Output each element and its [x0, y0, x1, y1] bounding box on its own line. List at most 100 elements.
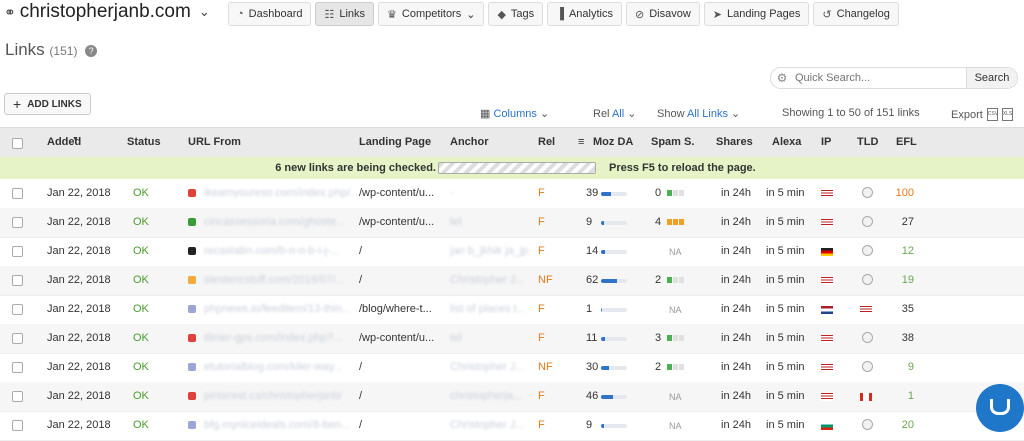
trophy-icon: ♛	[387, 8, 397, 21]
url-from-link[interactable]: tilmer-gps.com/index.php?...	[204, 332, 342, 344]
search-input[interactable]	[793, 71, 966, 85]
tld-icon	[862, 245, 873, 256]
nav-disavow[interactable]: ⊘ Disavow	[625, 2, 700, 26]
show-filter[interactable]: Show All Links ⌄	[657, 107, 740, 120]
row-checkbox[interactable]	[12, 217, 23, 228]
row-checkbox[interactable]	[12, 275, 23, 286]
spam-score-na: NA	[669, 247, 682, 257]
column-header-status[interactable]: Status	[127, 136, 161, 148]
row-checkbox[interactable]	[12, 362, 23, 373]
url-from-link[interactable]: etutorialblog.com/kiler-way...	[204, 361, 343, 373]
landing-page-link[interactable]: /	[359, 419, 362, 431]
alexa-value: in 5 min	[766, 187, 805, 199]
url-from-link[interactable]: olestencstuff.com/2018/07/...	[204, 274, 344, 286]
ban-icon: ⊘	[634, 8, 645, 21]
search-button[interactable]: Search	[966, 68, 1017, 88]
gear-icon[interactable]: ⚙	[771, 71, 793, 85]
status-text: OK	[133, 419, 149, 431]
column-header-rel[interactable]: Rel	[538, 136, 555, 148]
status-text: OK	[133, 216, 149, 228]
status-text: OK	[133, 332, 149, 344]
site-selector[interactable]: ⚭ christopherjanb.com ⌄	[4, 1, 210, 23]
table-row[interactable]: Jan 22, 2018 OK olestencstuff.com/2018/07/…	[0, 266, 1024, 296]
row-checkbox[interactable]	[12, 304, 23, 315]
site-favicon	[188, 218, 196, 226]
landing-page-link[interactable]: /	[359, 245, 362, 257]
ip-flag-icon	[821, 335, 833, 343]
column-header-anchor[interactable]: Anchor	[450, 136, 489, 148]
efl-value: 19	[901, 274, 914, 286]
columns-dropdown[interactable]: ▦ Columns ⌄	[480, 107, 549, 120]
paper-plane-icon: ➤	[712, 8, 722, 21]
row-checkbox[interactable]	[12, 391, 23, 402]
table-row[interactable]: Jan 22, 2018 OK tilmer-gps.com/index.php?.…	[0, 324, 1024, 354]
column-header-spam-s[interactable]: Spam S.	[651, 136, 694, 148]
added-date: Jan 22, 2018	[47, 390, 111, 402]
efl-value: 27	[901, 216, 914, 228]
column-header-efl[interactable]: EFL	[896, 136, 917, 148]
rel-filter[interactable]: Rel All ⌄	[593, 107, 636, 120]
csv-icon[interactable]: CSV	[986, 108, 998, 121]
url-from-link[interactable]: ikeamyoureso.com/index.php/...	[204, 187, 359, 199]
notice-right-text: Press F5 to reload the page.	[609, 162, 756, 174]
rel-value: F	[538, 303, 545, 315]
column-header-shares[interactable]: Shares	[716, 136, 753, 148]
xls-icon[interactable]: XLS	[1001, 108, 1013, 121]
rel-filter-value: All	[611, 108, 625, 120]
spam-score-na: NA	[669, 305, 682, 315]
nav-tags[interactable]: ◆ Tags	[488, 2, 544, 26]
added-date: Jan 22, 2018	[47, 361, 111, 373]
table-row[interactable]: Jan 22, 2018 OK cincassessoria.com/ghoste.…	[0, 208, 1024, 238]
alexa-value: in 5 min	[766, 303, 805, 315]
url-from-link[interactable]: pinterest.ca/christopherjanb/	[204, 390, 342, 402]
column-header-alexa[interactable]: Alexa	[772, 136, 801, 148]
site-favicon	[188, 276, 196, 284]
nav-links[interactable]: ☷ Links	[315, 2, 375, 26]
landing-page-link[interactable]: /	[359, 361, 362, 373]
landing-page-link[interactable]: /wp-content/u...	[359, 187, 434, 199]
table-row[interactable]: Jan 22, 2018 OK etutorialblog.com/kiler-wa…	[0, 353, 1024, 383]
url-from-link[interactable]: phpnews.io/feeditem/13-thin...	[204, 303, 351, 315]
row-checkbox[interactable]	[12, 188, 23, 199]
rel-value: F	[538, 332, 545, 344]
column-header-url-from[interactable]: URL From	[188, 136, 241, 148]
anchor-text: Christopher J...	[450, 274, 525, 286]
nav-changelog[interactable]: ↺ Changelog	[813, 2, 899, 26]
add-links-button[interactable]: + ADD LINKS	[4, 93, 91, 115]
landing-page-link[interactable]: /	[359, 390, 362, 402]
table-row[interactable]: Jan 22, 2018 OK bfg.myniceideals.com/8-ben…	[0, 411, 1024, 441]
added-date: Jan 22, 2018	[47, 245, 111, 257]
nav-competitors[interactable]: ♛ Competitors ⌄	[378, 2, 485, 26]
show-filter-prefix: Show	[657, 108, 685, 120]
spam-score-na: NA	[669, 392, 682, 402]
row-checkbox[interactable]	[12, 246, 23, 257]
row-checkbox[interactable]	[12, 333, 23, 344]
chat-launcher-button[interactable]	[976, 384, 1024, 432]
row-checkbox[interactable]	[12, 420, 23, 431]
landing-page-link[interactable]: /wp-content/u...	[359, 216, 434, 228]
rel-value: F	[538, 419, 545, 431]
table-row[interactable]: Jan 22, 2018 OK recastabn.com/b-n-n-b-i-j-…	[0, 237, 1024, 267]
spam-score-value: 3	[655, 332, 662, 344]
column-header-moz-da[interactable]: Moz DA	[593, 136, 633, 148]
moz-da-value: 30	[586, 361, 599, 373]
table-row[interactable]: Jan 22, 2018 OK ikeamyoureso.com/index.php…	[0, 179, 1024, 209]
column-header-tld[interactable]: TLD	[857, 136, 878, 148]
landing-page-link[interactable]: /wp-content/u...	[359, 332, 434, 344]
column-header-landing-page[interactable]: Landing Page	[359, 136, 431, 148]
landing-page-link[interactable]: /	[359, 274, 362, 286]
landing-page-link[interactable]: /blog/where-t...	[359, 303, 432, 315]
nav-dashboard[interactable]: ◔ Dashboard	[228, 2, 312, 26]
table-row[interactable]: Jan 22, 2018 OK phpnews.io/feeditem/13-thi…	[0, 295, 1024, 325]
progress-bar	[438, 162, 596, 174]
url-from-link[interactable]: cincassessoria.com/ghoste...	[204, 216, 345, 228]
nav-analytics[interactable]: ▐ Analytics	[547, 2, 622, 26]
column-header-added[interactable]: Added	[47, 136, 81, 148]
select-all-checkbox[interactable]	[12, 138, 23, 149]
url-from-link[interactable]: recastabn.com/b-n-n-b-i-j-...	[204, 245, 340, 257]
nav-landing-pages[interactable]: ➤ Landing Pages	[703, 2, 810, 26]
table-row[interactable]: Jan 22, 2018 OK pinterest.ca/christopherja…	[0, 382, 1024, 412]
column-header-ip[interactable]: IP	[821, 136, 831, 148]
url-from-link[interactable]: bfg.myniceideals.com/8-ben...	[204, 419, 350, 431]
help-icon[interactable]: ?	[85, 44, 98, 57]
